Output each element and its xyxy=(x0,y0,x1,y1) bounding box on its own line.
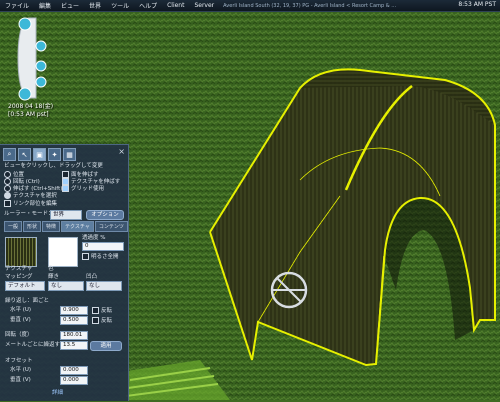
menu-view[interactable]: ビュー xyxy=(56,1,84,10)
ruler-mode-select[interactable]: 世界 xyxy=(50,210,82,220)
tab-texture[interactable]: テクスチャ xyxy=(61,221,94,232)
camera-controls xyxy=(8,14,52,102)
checkbox-checked-icon[interactable] xyxy=(62,178,69,185)
tab-features[interactable]: 特徴 xyxy=(42,221,61,232)
ruler-mode-label: ルーラー・モード： xyxy=(4,211,54,217)
radio-icon[interactable] xyxy=(4,171,11,178)
clock: 8:53 AM PST xyxy=(458,1,496,8)
panel-instructions: ビューをクリックし、ドラッグして変更 xyxy=(4,163,103,169)
radio-selected-icon[interactable] xyxy=(4,192,11,199)
menu-help[interactable]: ヘルプ xyxy=(134,1,162,10)
color-swatch[interactable] xyxy=(48,237,78,267)
fullbright-option[interactable]: 明るさ全開 xyxy=(82,253,119,261)
shininess-label: 輝き xyxy=(48,274,60,280)
radio-icon[interactable] xyxy=(4,185,11,192)
rotate-up-icon[interactable] xyxy=(35,40,47,52)
offset-vertical-field[interactable]: 0.000 xyxy=(60,376,88,385)
menu-file[interactable]: ファイル xyxy=(0,1,34,10)
flip-vertical-option[interactable]: 反転 xyxy=(92,317,112,325)
offset-horizontal-field[interactable]: 0.000 xyxy=(60,366,88,375)
offset-vertical-label: 垂直 (V) xyxy=(10,377,31,383)
tab-general[interactable]: 一般 xyxy=(4,221,23,232)
mapping-select[interactable]: デフォルト xyxy=(5,281,45,291)
checkbox-icon[interactable] xyxy=(82,253,89,260)
mapping-label: マッピング xyxy=(5,274,33,280)
zoom-out-icon[interactable] xyxy=(18,87,32,101)
tool-icons: ⌕ ↖ ▣ ✦ ▦ xyxy=(3,148,76,161)
mode-select-texture[interactable]: テクスチャを選択 xyxy=(4,192,57,200)
repeat-vertical-label: 垂直 (V) xyxy=(10,317,31,323)
menu-bar: ファイル 編集 ビュー 世界 ツール ヘルプ Client Server Ave… xyxy=(0,0,500,12)
shininess-select[interactable]: なし xyxy=(48,281,84,291)
checkbox-icon[interactable] xyxy=(4,200,11,207)
date-text: 2008 04 18(金) xyxy=(8,103,54,110)
focus-tool-icon[interactable]: ⌕ xyxy=(3,148,16,161)
pan-icon[interactable] xyxy=(35,76,47,88)
bumpiness-select[interactable]: なし xyxy=(86,281,122,291)
zoom-in-icon[interactable] xyxy=(18,17,32,31)
rotation-field[interactable]: 180.01 xyxy=(60,331,88,340)
menu-server[interactable]: Server xyxy=(189,2,219,9)
edit-tool-icon[interactable]: ▣ xyxy=(33,148,46,161)
location-text[interactable]: Averli Island South (32, 19, 37) PG - Av… xyxy=(223,3,398,9)
menu-edit[interactable]: 編集 xyxy=(34,1,56,10)
more-button[interactable]: 詳細 xyxy=(52,390,63,397)
checkbox-checked-icon[interactable] xyxy=(62,185,69,192)
checkbox-icon[interactable] xyxy=(92,307,99,314)
apply-button[interactable]: 適用 xyxy=(90,341,122,351)
link-edit-option[interactable]: リンク部位を編集 xyxy=(4,200,57,208)
panel-tabs: 一般 形状 特徴 テクスチャ コンテンツ xyxy=(4,221,128,232)
transparency-label: 透過度 % xyxy=(82,235,106,241)
repeat-horizontal-field[interactable]: 0.900 xyxy=(60,306,88,315)
build-panel: ⌕ ↖ ▣ ✦ ▦ × ビューをクリックし、ドラッグして変更 位置 回転 (Ct… xyxy=(0,144,129,401)
ruler-options-button[interactable]: オプション xyxy=(86,210,124,220)
offset-horizontal-label: 水平 (U) xyxy=(10,367,32,373)
menu-client[interactable]: Client xyxy=(162,2,189,9)
rotate-down-icon[interactable] xyxy=(35,60,47,72)
move-tool-icon[interactable]: ↖ xyxy=(18,148,31,161)
offset-label: オフセット xyxy=(5,358,33,364)
texture-swatch[interactable] xyxy=(5,237,37,267)
radio-icon[interactable] xyxy=(4,178,11,185)
menu-tools[interactable]: ツール xyxy=(106,1,134,10)
transparency-field[interactable]: 0 xyxy=(82,242,124,251)
tab-content[interactable]: コンテンツ xyxy=(94,221,128,232)
texture-label: テクスチャ xyxy=(5,266,33,272)
create-tool-icon[interactable]: ✦ xyxy=(48,148,61,161)
time-text: [0:53 AM pst] xyxy=(8,111,49,118)
date-overlay: 2008 04 18(金) [0:53 AM pst] xyxy=(8,103,53,119)
menu-world[interactable]: 世界 xyxy=(84,1,106,10)
repeats-label: 繰り返し：面ごと xyxy=(5,298,50,304)
flip-horizontal-option[interactable]: 反転 xyxy=(92,307,112,315)
checkbox-icon[interactable] xyxy=(92,317,99,324)
repeats-per-meter-field[interactable]: 13.5 xyxy=(60,341,88,350)
color-label: 色 xyxy=(48,266,54,272)
land-tool-icon[interactable]: ▦ xyxy=(63,148,76,161)
checkbox-icon[interactable] xyxy=(62,171,69,178)
rotation-label: 回転（度） xyxy=(5,332,33,338)
bumpiness-label: 凹凸 xyxy=(86,274,98,280)
close-icon[interactable]: × xyxy=(118,147,125,156)
tab-object[interactable]: 形状 xyxy=(23,221,42,232)
option-use-grid[interactable]: グリッド使用 xyxy=(62,185,104,193)
repeat-horizontal-label: 水平 (U) xyxy=(10,307,32,313)
repeat-vertical-field[interactable]: 0.500 xyxy=(60,316,88,325)
repeats-per-meter-label: メートルごとに繰返す xyxy=(5,342,61,348)
